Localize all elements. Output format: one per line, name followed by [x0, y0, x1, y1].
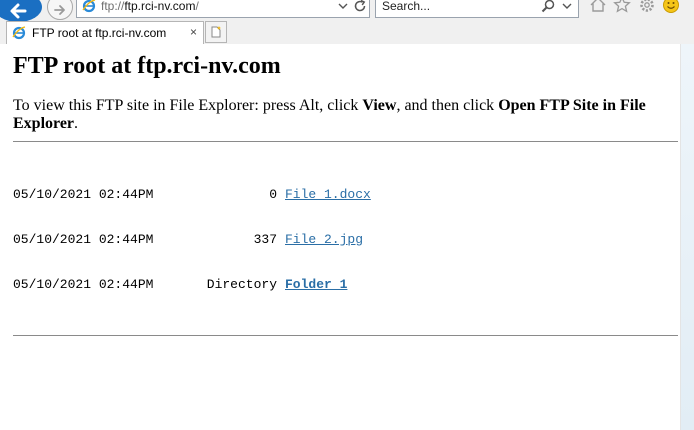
scrollbar-track[interactable]: [681, 44, 694, 430]
entry-size: Directory: [206, 277, 277, 292]
search-box[interactable]: [375, 0, 579, 18]
settings-gear-icon[interactable]: [638, 0, 656, 14]
new-tab-button[interactable]: [205, 21, 227, 43]
forward-button[interactable]: [47, 0, 73, 20]
smiley-feedback-icon[interactable]: [662, 0, 680, 14]
address-bar[interactable]: ftp://ftp.rci-nv.com/: [76, 0, 370, 18]
tab-ftp-root[interactable]: FTP root at ftp.rci-nv.com ×: [6, 21, 204, 44]
file-link[interactable]: File 2.jpg: [285, 232, 363, 247]
address-url[interactable]: ftp://ftp.rci-nv.com/: [101, 0, 199, 13]
search-input[interactable]: [382, 0, 532, 14]
listing-row: 05/10/2021 02:44PM Directory Folder 1: [13, 277, 678, 292]
ie-logo-icon: [12, 26, 26, 40]
page-content: FTP root at ftp.rci-nv.com To view this …: [13, 44, 678, 336]
page-title: FTP root at ftp.rci-nv.com: [13, 53, 281, 79]
ie-logo-icon: [82, 0, 96, 13]
entry-date: 05/10/2021 02:44PM: [13, 277, 154, 292]
forward-arrow-icon: [54, 4, 65, 15]
search-dropdown-icon[interactable]: [562, 0, 572, 13]
folder-link[interactable]: Folder 1: [285, 277, 347, 292]
tab-title: FTP root at ftp.rci-nv.com: [32, 26, 167, 40]
divider: [13, 141, 678, 142]
listing-row: 05/10/2021 02:44PM 0 File 1.docx: [13, 187, 678, 202]
ftp-listing: 05/10/2021 02:44PM 0 File 1.docx 05/10/2…: [13, 157, 678, 322]
new-tab-icon: [211, 26, 221, 38]
entry-size: 0: [269, 187, 277, 202]
dropdown-icon[interactable]: [337, 0, 349, 13]
browser-toolbar: ftp://ftp.rci-nv.com/ Search... FTP root…: [0, 0, 694, 44]
refresh-icon[interactable]: [353, 0, 367, 13]
home-icon[interactable]: [589, 0, 607, 14]
search-icon[interactable]: [541, 0, 555, 13]
back-arrow-icon: [10, 3, 27, 19]
back-button[interactable]: [0, 0, 42, 22]
entry-size: 337: [253, 232, 277, 247]
vertical-scrollbar[interactable]: [680, 44, 694, 430]
listing-row: 05/10/2021 02:44PM 337 File 2.jpg: [13, 232, 678, 247]
divider: [13, 335, 678, 336]
favorites-star-icon[interactable]: [613, 0, 631, 14]
file-link[interactable]: File 1.docx: [285, 187, 371, 202]
instructions-text: To view this FTP site in File Explorer: …: [13, 97, 646, 132]
entry-date: 05/10/2021 02:44PM: [13, 232, 154, 247]
entry-date: 05/10/2021 02:44PM: [13, 187, 154, 202]
tab-close-button[interactable]: ×: [190, 25, 197, 39]
